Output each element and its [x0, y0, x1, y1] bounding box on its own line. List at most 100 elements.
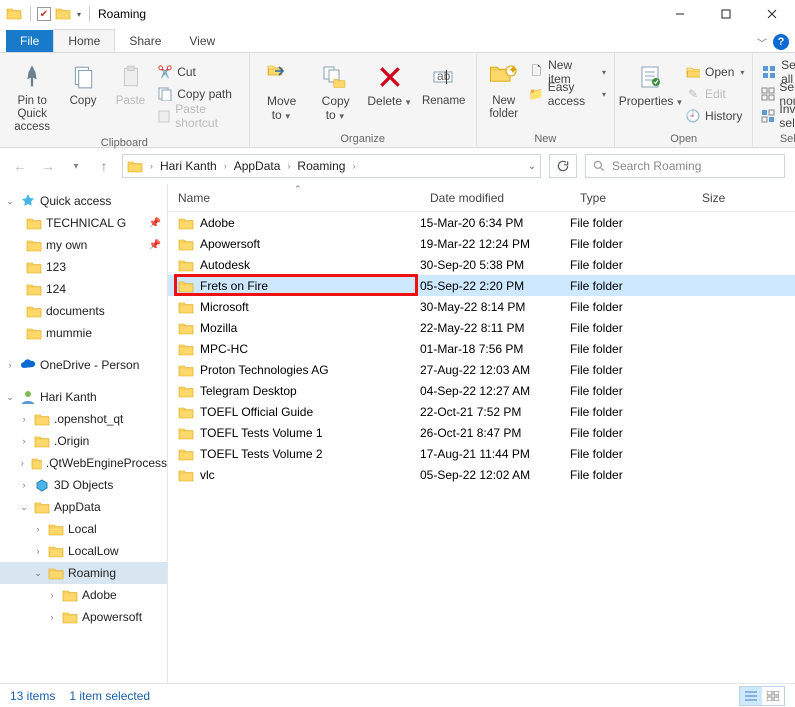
table-row[interactable]: MPC-HC01-Mar-18 7:56 PMFile folder [168, 338, 795, 359]
table-row[interactable]: Microsoft30-May-22 8:14 PMFile folder [168, 296, 795, 317]
cut-button[interactable]: ✂️Cut [157, 61, 240, 83]
folder-icon [178, 405, 194, 419]
move-to-button[interactable]: Move to▼ [258, 57, 306, 123]
properties-button[interactable]: Properties▼ [623, 57, 679, 109]
nav-user-item[interactable]: ›.openshot_qt [0, 408, 167, 430]
address-dropdown-icon[interactable]: ⌄ [528, 161, 536, 172]
nav-quick-access-item[interactable]: mummie [0, 322, 167, 344]
table-row[interactable]: Mozilla22-May-22 8:11 PMFile folder [168, 317, 795, 338]
chevron-right-icon[interactable]: › [150, 161, 153, 171]
breadcrumb[interactable]: AppData [234, 159, 281, 173]
table-row[interactable]: Proton Technologies AG27-Aug-22 12:03 AM… [168, 359, 795, 380]
new-folder-button[interactable]: ✦ New folder [485, 57, 523, 121]
back-button[interactable]: ← [10, 158, 30, 174]
recent-locations-button[interactable]: ▾ [66, 161, 86, 172]
folder-icon [178, 258, 194, 272]
invert-selection-button[interactable]: Invert selection [761, 105, 795, 127]
file-list[interactable]: Adobe15-Mar-20 6:34 PMFile folderApowers… [168, 212, 795, 683]
folder-icon [48, 522, 64, 536]
paste-button[interactable]: Paste [110, 57, 151, 108]
table-row[interactable]: TOEFL Tests Volume 126-Oct-21 8:47 PMFil… [168, 422, 795, 443]
qat-dropdown-icon[interactable]: ▾ [77, 10, 81, 19]
nav-roaming-item[interactable]: ›Adobe [0, 584, 167, 606]
table-row[interactable]: TOEFL Tests Volume 217-Aug-21 11:44 PMFi… [168, 443, 795, 464]
tab-home[interactable]: Home [53, 29, 115, 52]
folder-icon [26, 304, 42, 318]
nav-user[interactable]: ⌄ Hari Kanth [0, 386, 167, 408]
nav-quick-access[interactable]: ⌄ Quick access [0, 190, 167, 212]
table-row[interactable]: Apowersoft19-Mar-22 12:24 PMFile folder [168, 233, 795, 254]
column-header-date[interactable]: Date modified [420, 191, 570, 205]
navigation-pane[interactable]: ⌄ Quick access TECHNICAL G📌my own📌123124… [0, 184, 168, 683]
nav-quick-access-item[interactable]: TECHNICAL G📌 [0, 212, 167, 234]
ribbon-collapse-icon[interactable]: ﹀ [757, 35, 767, 50]
table-row[interactable]: TOEFL Official Guide22-Oct-21 7:52 PMFil… [168, 401, 795, 422]
table-row[interactable]: Telegram Desktop04-Sep-22 12:27 AMFile f… [168, 380, 795, 401]
folder-icon [48, 566, 64, 580]
breadcrumb[interactable]: Roaming [297, 159, 345, 173]
tab-view[interactable]: View [175, 30, 229, 52]
column-header-size[interactable]: Size [692, 191, 772, 205]
pin-icon: 📌 [149, 240, 161, 251]
refresh-button[interactable] [549, 154, 577, 178]
tab-share[interactable]: Share [115, 30, 175, 52]
delete-button[interactable]: Delete▼ [366, 57, 414, 109]
nav-quick-access-item[interactable]: 124 [0, 278, 167, 300]
paste-shortcut-button[interactable]: Paste shortcut [157, 105, 240, 127]
table-row[interactable]: vlc05-Sep-22 12:02 AMFile folder [168, 464, 795, 485]
minimize-button[interactable] [657, 0, 703, 28]
table-row[interactable]: Adobe15-Mar-20 6:34 PMFile folder [168, 212, 795, 233]
svg-text:✦: ✦ [508, 63, 518, 77]
nav-quick-access-item[interactable]: 123 [0, 256, 167, 278]
nav-roaming-item[interactable]: ›Apowersoft [0, 606, 167, 628]
breadcrumb[interactable]: Hari Kanth [160, 159, 217, 173]
rename-button[interactable]: ab Rename [420, 57, 468, 108]
file-list-pane: ⌃ Name Date modified Type Size Adobe15-M… [168, 184, 795, 683]
history-button[interactable]: 🕘History [685, 105, 744, 127]
chevron-right-icon[interactable]: › [352, 161, 355, 171]
nav-quick-access-item[interactable]: my own📌 [0, 234, 167, 256]
address-bar[interactable]: › Hari Kanth › AppData › Roaming › ⌄ [122, 154, 541, 178]
edit-button[interactable]: ✎Edit [685, 83, 744, 105]
ribbon-tabs: File Home Share View ﹀ ? [0, 28, 795, 52]
ribbon-group-organize: Move to▼ Copy to▼ Delete▼ ab Rename Orga… [250, 53, 477, 147]
tab-file[interactable]: File [6, 30, 53, 52]
easy-access-button[interactable]: 📁Easy access▾ [529, 83, 606, 105]
table-row[interactable]: Autodesk30-Sep-20 5:38 PMFile folder [168, 254, 795, 275]
ribbon-group-new: ✦ New folder 🗋New item▾ 📁Easy access▾ Ne… [477, 53, 615, 147]
cloud-icon [20, 358, 36, 372]
forward-button[interactable]: → [38, 158, 58, 174]
star-icon [20, 193, 36, 209]
view-large-icons-button[interactable] [762, 687, 784, 705]
nav-user-item[interactable]: ›.Origin [0, 430, 167, 452]
qat-folder-icon[interactable] [55, 6, 73, 22]
copy-to-button[interactable]: Copy to▼ [312, 57, 360, 123]
group-label-select: Select [780, 131, 795, 145]
maximize-button[interactable] [703, 0, 749, 28]
nav-appdata-item[interactable]: ›LocalLow [0, 540, 167, 562]
table-row[interactable]: Frets on Fire05-Sep-22 2:20 PMFile folde… [168, 275, 795, 296]
nav-appdata-item[interactable]: ⌄Roaming [0, 562, 167, 584]
copy-button[interactable]: Copy [62, 57, 103, 108]
nav-user-item[interactable]: ›.QtWebEngineProcess [0, 452, 167, 474]
nav-appdata-item[interactable]: ›Local [0, 518, 167, 540]
quick-access-toolbar: ✔ ▾ [6, 6, 81, 22]
nav-onedrive[interactable]: › OneDrive - Person [0, 354, 167, 376]
nav-user-item[interactable]: ⌄AppData [0, 496, 167, 518]
chevron-right-icon[interactable]: › [224, 161, 227, 171]
folder-icon [178, 342, 194, 356]
nav-quick-access-item[interactable]: documents [0, 300, 167, 322]
search-input[interactable]: Search Roaming [585, 154, 785, 178]
help-icon[interactable]: ? [773, 34, 789, 50]
nav-user-item[interactable]: ›3D Objects [0, 474, 167, 496]
pin-to-quick-access-button[interactable]: Pin to Quick access [8, 57, 56, 135]
chevron-right-icon[interactable]: › [287, 161, 290, 171]
up-button[interactable]: ↑ [94, 158, 114, 174]
status-selected-count: 1 item selected [69, 689, 150, 703]
group-label-open: Open [670, 131, 697, 145]
column-header-type[interactable]: Type [570, 191, 692, 205]
close-button[interactable] [749, 0, 795, 28]
view-details-button[interactable] [740, 687, 762, 705]
qat-properties-icon[interactable]: ✔ [37, 7, 51, 21]
open-button[interactable]: Open▾ [685, 61, 744, 83]
